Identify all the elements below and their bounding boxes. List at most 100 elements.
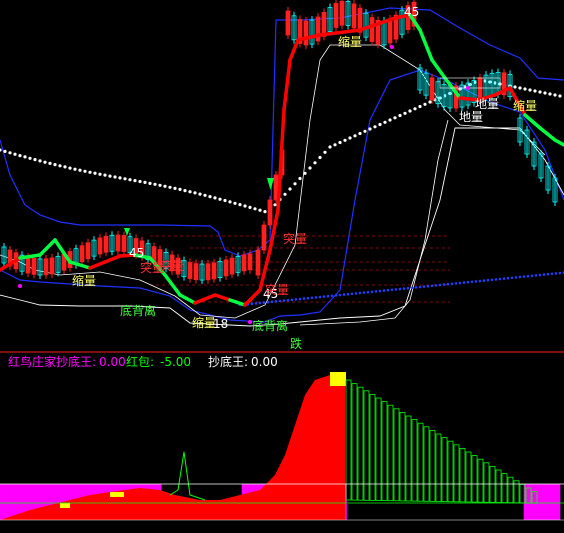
stock-chart: 45缩量地量地量 缩量45缩量突量突量底背离45突量突量缩量18 底背离跌 红鸟庄家…: [0, 0, 564, 521]
ma-dot: [298, 176, 302, 181]
blue-ma-dot: [406, 286, 410, 290]
red-bar: [295, 395, 305, 520]
blue-ma-dot: [258, 301, 262, 305]
ma-dot: [348, 136, 352, 140]
indicator-name-value: 0.00: [99, 355, 126, 369]
ma-dot: [33, 158, 37, 162]
blue-ma-dot: [322, 295, 326, 298]
magenta-bar: [551, 484, 557, 520]
blue-ma-dot: [378, 289, 382, 293]
blue-ma-dot: [506, 276, 510, 280]
ma-dot: [293, 182, 297, 186]
blue-ma-dot: [458, 281, 462, 285]
candle-body: [429, 77, 435, 101]
blue-ma-dot: [386, 288, 390, 292]
green-outline-bar: [381, 401, 388, 502]
ma-dot: [378, 122, 382, 127]
red-bar: [330, 375, 345, 520]
magenta-bar: [531, 484, 537, 520]
red-bar: [220, 495, 240, 520]
green-outline-bar: [423, 426, 430, 502]
ma-dot: [393, 116, 397, 120]
candle-body: [223, 259, 229, 277]
candle-body: [387, 18, 393, 44]
magenta-bar: [539, 484, 545, 520]
candle-body: [267, 199, 273, 226]
ma-dot: [428, 100, 432, 104]
magenta-bar: [555, 484, 561, 520]
ma-dot: [73, 167, 77, 171]
ma-dot: [208, 195, 212, 199]
candle-body: [261, 224, 267, 251]
candlesticks: [1, 0, 558, 285]
blue-ma-dot: [510, 276, 514, 280]
blue-ma-dot: [522, 275, 526, 278]
ma-dot: [218, 197, 222, 201]
annotation-label: 底背离: [252, 318, 288, 333]
blue-ma-dot: [254, 302, 258, 305]
blue-ma-dot: [530, 274, 534, 278]
indicator-panel: [0, 372, 561, 520]
candle-body: [339, 0, 345, 26]
green-outline-bar: [483, 462, 490, 503]
blue-ma-dot: [410, 286, 414, 290]
magenta-bar: [543, 484, 549, 520]
ma-dot: [143, 180, 147, 184]
blue-ma-dot: [494, 278, 498, 281]
red-bar: [305, 380, 315, 520]
green-outline-bar: [399, 411, 406, 502]
ma-dot: [283, 192, 287, 196]
magenta-bar: [535, 484, 541, 520]
ma-dot: [403, 111, 407, 115]
ma-dot: [248, 205, 252, 209]
ma-dot: [113, 175, 117, 179]
green-outline-bar: [393, 408, 400, 502]
green-outline-bar: [495, 469, 502, 503]
ma-dot: [258, 208, 262, 212]
candle-body: [303, 20, 309, 46]
ma-dot: [373, 125, 377, 129]
ma-dot: [323, 150, 327, 154]
blue-ma-dot: [338, 293, 342, 297]
ma-dot: [93, 171, 97, 175]
green-outline-bar: [369, 393, 376, 501]
green-outline-bar: [477, 458, 484, 503]
ma-dot: [158, 183, 162, 187]
blue-ma-dot: [518, 275, 522, 279]
blue-ma-dot: [442, 283, 446, 286]
blue-ma-dot: [390, 288, 394, 292]
candle-body: [97, 237, 103, 255]
ma-dot: [363, 129, 367, 133]
red-bar: [275, 455, 285, 520]
ma-dot: [223, 198, 227, 203]
blue-ma-dot: [478, 279, 482, 283]
ma-dot: [123, 177, 127, 181]
blue-ma-dot: [486, 278, 490, 282]
candle-body: [187, 262, 193, 279]
ma-dot: [18, 154, 22, 158]
red-bar: [240, 490, 260, 520]
chaodi-value: 0.00: [251, 355, 278, 369]
annotation-label: 突量: [265, 282, 289, 297]
blue-ma-dot: [294, 298, 298, 301]
ma-dot: [78, 168, 82, 172]
ma-dot: [328, 145, 332, 149]
candle-body: [193, 263, 199, 281]
red-bar: [260, 475, 275, 520]
green-outline-bar: [459, 447, 466, 503]
blue-ma-dot: [414, 286, 418, 289]
blue-ma-dot: [354, 292, 358, 295]
ma-dot: [233, 201, 237, 205]
annotation-label: 地量: [475, 97, 499, 111]
ma-dot: [38, 159, 42, 163]
blue-ma-dot: [374, 290, 378, 293]
magenta-bar: [8, 484, 13, 520]
magenta-bar: [547, 484, 553, 520]
ma-dot: [523, 87, 527, 91]
ma-dot: [388, 118, 392, 122]
candle-body: [211, 262, 217, 280]
ma-dot: [188, 190, 192, 194]
blue-ma-dot: [358, 291, 362, 295]
candle-body: [49, 257, 55, 275]
blue-ma-dot: [534, 274, 538, 277]
